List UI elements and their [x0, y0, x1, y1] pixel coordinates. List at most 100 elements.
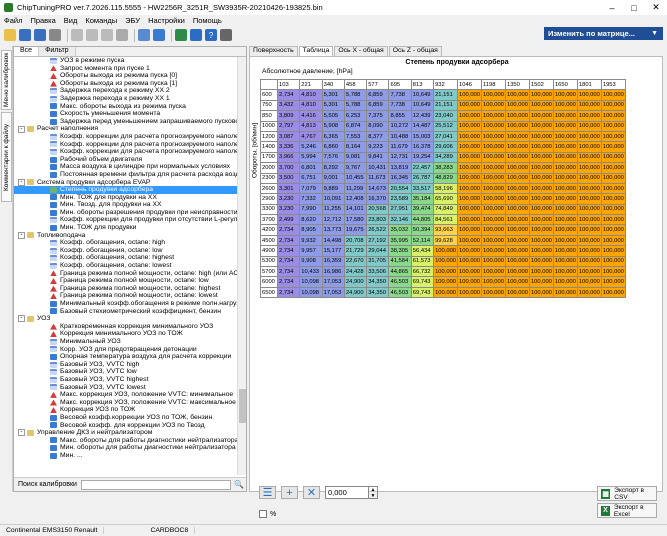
map-cell[interactable]: 9,841 [366, 151, 390, 164]
map-cell[interactable]: 10,455 [343, 172, 368, 184]
map-cell[interactable]: 100,000 [576, 120, 602, 132]
map-cell[interactable]: 100,000 [600, 255, 626, 268]
map-cell[interactable]: 2,734 [276, 255, 301, 268]
map-cell[interactable]: 50,394 [410, 224, 435, 236]
tree-item[interactable]: Мин. Твозд. для продувки на ХХ [14, 201, 238, 209]
map-cell[interactable]: 100,000 [552, 214, 578, 226]
tree-group[interactable]: - Расчет наполнения [14, 125, 238, 133]
menu-view[interactable]: Вид [60, 16, 82, 25]
map-cell[interactable]: 100,000 [552, 193, 578, 205]
map-cell[interactable]: 2,797 [276, 120, 301, 132]
map-cell[interactable]: 100,000 [481, 141, 506, 153]
map-cell[interactable]: 100,000 [457, 276, 483, 288]
y-axis-cell[interactable]: 3300 [260, 203, 278, 216]
map-cell[interactable]: 100,000 [457, 110, 483, 122]
map-cell[interactable]: 6,253 [343, 110, 368, 122]
map-cell[interactable]: 2,499 [276, 214, 301, 226]
map-cell[interactable]: 6,365 [321, 130, 345, 143]
map-cell[interactable]: 2,734 [276, 224, 301, 236]
menu-edit[interactable]: Правка [26, 16, 59, 25]
map-cell[interactable]: 66,732 [410, 266, 435, 278]
search-icon[interactable]: 🔍 [234, 480, 244, 490]
map-cell[interactable]: 20,554 [388, 182, 412, 195]
tree-item[interactable]: Минимальный УОЗ [14, 338, 238, 346]
tree-group[interactable]: - УОЗ [14, 315, 238, 323]
y-axis-cell[interactable]: 1400 [260, 141, 278, 153]
map-cell[interactable]: 11,255 [321, 203, 345, 216]
map-cell[interactable]: 100,000 [600, 99, 626, 112]
map-cell[interactable]: 100,000 [457, 130, 483, 143]
y-axis-cell[interactable]: 4900 [260, 245, 278, 257]
map-cell[interactable]: 16,378 [410, 141, 435, 153]
save-icon[interactable] [19, 29, 31, 41]
map-cell[interactable]: 100,000 [528, 151, 554, 164]
map-cell[interactable]: 100,000 [552, 120, 578, 132]
map-cell[interactable]: 12,408 [343, 193, 368, 205]
value-spinner[interactable]: ▲ ▼ [369, 486, 378, 499]
map-cell[interactable]: 100,000 [528, 120, 554, 132]
map-cell[interactable]: 4,767 [299, 130, 323, 143]
paste-icon[interactable] [101, 29, 113, 41]
map-cell[interactable]: 100,000 [504, 130, 530, 143]
map-cell[interactable]: 6,859 [366, 99, 390, 112]
map-cell[interactable]: 99,628 [433, 234, 459, 247]
map-cell[interactable]: 100,000 [552, 151, 578, 164]
y-axis-cell[interactable]: 1200 [260, 130, 278, 143]
map-cell[interactable]: 3,336 [276, 141, 301, 153]
map-cell[interactable]: 2,734 [276, 89, 301, 101]
map-cell[interactable]: 8,164 [343, 141, 368, 153]
map-cell[interactable]: 5,301 [321, 89, 345, 101]
map-cell[interactable]: 33,517 [410, 182, 435, 195]
tree-item[interactable]: Задержка перехода к режиму ХХ 1 [14, 95, 238, 103]
tree-group[interactable]: - Управление ДКЗ и нейтрализатором [14, 429, 238, 437]
map-cell[interactable]: 16,370 [366, 193, 390, 205]
menu-file[interactable]: Файл [0, 16, 26, 25]
map-cell[interactable]: 100,000 [600, 234, 626, 247]
map-cell[interactable]: 100,000 [528, 193, 554, 205]
map-cell[interactable]: 100,000 [481, 245, 506, 257]
map-cell[interactable]: 17,053 [321, 286, 345, 299]
map-cell[interactable]: 100,000 [481, 234, 506, 247]
calibration-search-input[interactable] [80, 479, 231, 490]
map-cell[interactable]: 100,000 [504, 120, 530, 132]
map-cell[interactable]: 12,439 [410, 110, 435, 122]
map-cell[interactable]: 14,498 [321, 234, 345, 247]
map-cell[interactable]: 100,000 [504, 110, 530, 122]
map-cell[interactable]: 100,000 [552, 99, 578, 112]
menu-commands[interactable]: Команды [81, 16, 121, 25]
y-axis-cell[interactable]: 850 [260, 110, 278, 122]
tab-filter[interactable]: Фильтр [39, 47, 76, 56]
map-cell[interactable]: 100,000 [481, 162, 506, 174]
map-cell[interactable]: 4,813 [299, 120, 323, 132]
map-cell[interactable]: 12,712 [321, 214, 345, 226]
tree-item[interactable]: Задержка перехода к режиму ХХ 2 [14, 87, 238, 95]
tree-item[interactable]: Весовой коэфф. для коррекции УОЗ по Твоз… [14, 422, 238, 430]
map-cell[interactable]: 26,787 [410, 172, 435, 184]
map-cell[interactable]: 100,000 [576, 286, 602, 299]
map-cell[interactable]: 100,000 [433, 276, 459, 288]
tab-file-comments[interactable]: Комментарии к файлу [1, 112, 12, 202]
map-cell[interactable]: 2,734 [276, 276, 301, 288]
map-cell[interactable]: 100,000 [528, 182, 554, 195]
map-cell[interactable]: 26,522 [366, 224, 390, 236]
map-cell[interactable]: 3,230 [276, 203, 301, 216]
map-cell[interactable]: 8,620 [299, 214, 323, 226]
y-axis-cell[interactable]: 6000 [260, 276, 278, 288]
tab-surface[interactable]: Поверхность [249, 46, 298, 56]
map-cell[interactable]: 100,000 [528, 99, 554, 112]
map-cell[interactable]: 100,000 [457, 151, 483, 164]
tree-item[interactable]: Кратковременная коррекция минимального У… [14, 323, 238, 331]
map-cell[interactable]: 10,433 [299, 266, 323, 278]
map-cell[interactable]: 56,434 [410, 245, 435, 257]
map-cell[interactable]: 100,000 [600, 182, 626, 195]
map-cell[interactable]: 5,908 [321, 120, 345, 132]
navigate-icon[interactable] [153, 29, 165, 41]
tree-item[interactable]: Коэфф. коррекции для продувки при отсутс… [14, 216, 238, 224]
map-cell[interactable]: 100,000 [576, 224, 602, 236]
map-cell[interactable]: 44,865 [388, 266, 412, 278]
map-cell[interactable]: 100,000 [504, 141, 530, 153]
tree-item[interactable]: Коэфф. обогащения, octane: high [14, 239, 238, 247]
x-axis-cell[interactable]: 103 [276, 78, 301, 91]
map-cell[interactable]: 11,673 [366, 172, 390, 184]
y-axis-cell[interactable]: 4200 [260, 224, 278, 236]
